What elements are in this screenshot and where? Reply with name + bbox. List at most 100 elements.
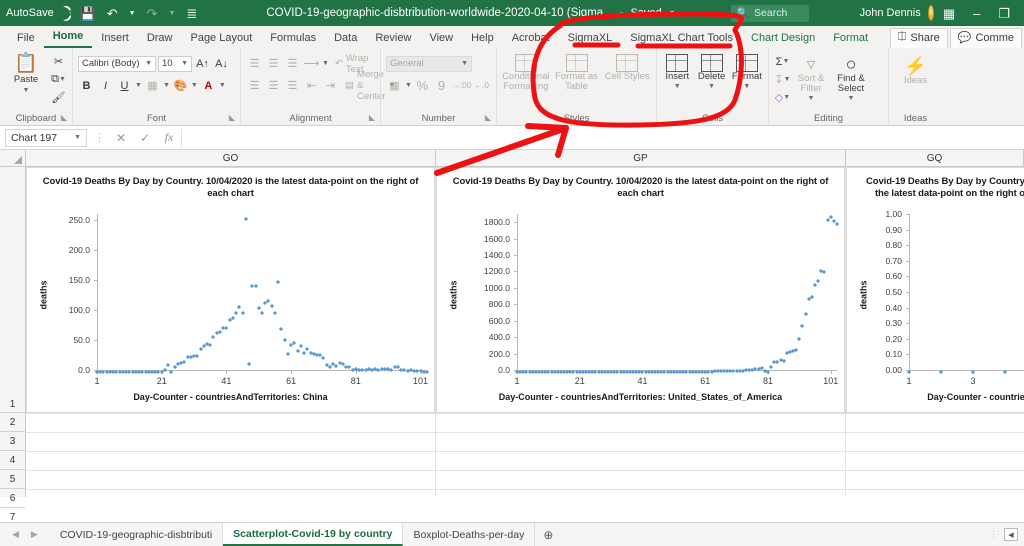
scroll-left-icon[interactable]: ◀ xyxy=(1004,528,1018,541)
sort-filter-button[interactable]: ▿ Sort & Filter ▼ xyxy=(793,53,829,104)
chart-usa[interactable]: Covid-19 Deaths By Day by Country. 10/04… xyxy=(436,167,845,413)
borders-dropdown-icon[interactable]: ▼ xyxy=(163,82,170,89)
orientation-dropdown-icon[interactable]: ▼ xyxy=(322,60,329,67)
clear-icon[interactable]: ◇ ▼ xyxy=(774,89,791,106)
search-input[interactable]: 🔍 Search xyxy=(730,4,809,22)
select-all-corner[interactable] xyxy=(0,150,26,166)
customize-quick-access-icon[interactable]: ≣ xyxy=(184,7,199,20)
accounting-format-icon[interactable]: ▦ xyxy=(386,77,403,94)
minimize-icon[interactable]: – xyxy=(971,7,982,20)
sheet-tab-scatterplot[interactable]: Scatterplot-Covid-19 by country xyxy=(223,523,404,546)
number-dialog-launcher-icon[interactable]: ◣ xyxy=(485,111,491,124)
underline-button[interactable]: U xyxy=(116,77,133,94)
chart-third-country[interactable]: Covid-19 Deaths By Day by Country. 10/04… xyxy=(846,167,1024,413)
cancel-icon[interactable]: ✕ xyxy=(109,131,133,145)
paste-dropdown-icon[interactable]: ▼ xyxy=(23,86,30,96)
format-dropdown-icon[interactable]: ▼ xyxy=(743,82,750,92)
row-header-3[interactable]: 3 xyxy=(0,432,25,451)
tab-format[interactable]: Format xyxy=(824,30,877,48)
borders-icon[interactable]: ▦ xyxy=(144,77,161,94)
font-size-dropdown-icon[interactable]: ▼ xyxy=(181,60,188,67)
name-box[interactable]: Chart 197 ▼ xyxy=(5,128,87,147)
find-select-button[interactable]: ○ Find & Select ▼ xyxy=(831,53,871,104)
underline-dropdown-icon[interactable]: ▼ xyxy=(135,82,142,89)
autosum-icon[interactable]: Σ ▼ xyxy=(774,53,791,70)
format-painter-button[interactable]: 🖌 xyxy=(50,89,67,106)
alignment-dialog-launcher-icon[interactable]: ◣ xyxy=(369,111,375,124)
autosave-toggle[interactable]: On xyxy=(56,5,77,21)
column-header-go[interactable]: GO xyxy=(26,150,436,166)
number-format-dropdown-icon[interactable]: ▼ xyxy=(461,60,468,67)
align-top-icon[interactable]: ☰ xyxy=(246,55,263,72)
number-format-select[interactable]: General ▼ xyxy=(386,55,472,72)
row-header-1[interactable]: 1 xyxy=(0,167,25,413)
delete-dropdown-icon[interactable]: ▼ xyxy=(708,82,715,92)
tab-help[interactable]: Help xyxy=(462,30,503,48)
tab-view[interactable]: View xyxy=(420,30,462,48)
clipboard-dialog-launcher-icon[interactable]: ◣ xyxy=(61,111,67,124)
format-as-table-button[interactable]: Format as Table xyxy=(553,53,601,92)
insert-cells-button[interactable]: Insert ▼ xyxy=(662,53,692,92)
copy-button[interactable]: ⧉ ▼ xyxy=(50,71,67,88)
redo-dropdown-icon[interactable]: ▼ xyxy=(166,10,177,17)
font-color-dropdown-icon[interactable]: ▼ xyxy=(219,82,226,89)
font-name-dropdown-icon[interactable]: ▼ xyxy=(145,60,152,67)
font-size-input[interactable]: 10 ▼ xyxy=(158,55,192,72)
increase-indent-icon[interactable]: ⇥ xyxy=(322,77,339,94)
save-icon[interactable]: 💾 xyxy=(78,7,98,20)
insert-dropdown-icon[interactable]: ▼ xyxy=(674,82,681,92)
tab-acrobat[interactable]: Acrobat xyxy=(503,30,559,48)
tab-insert[interactable]: Insert xyxy=(92,30,138,48)
comma-style-button[interactable]: 9 xyxy=(433,77,450,94)
format-cells-button[interactable]: Format ▼ xyxy=(731,53,763,92)
tab-home[interactable]: Home xyxy=(43,28,93,48)
increase-decimal-icon[interactable]: →.00 xyxy=(452,77,471,94)
find-select-dropdown-icon[interactable]: ▼ xyxy=(848,94,855,104)
undo-dropdown-icon[interactable]: ▼ xyxy=(127,10,138,17)
column-header-gp[interactable]: GP xyxy=(436,150,846,166)
undo-icon[interactable]: ↶ xyxy=(105,7,120,20)
row-header-6[interactable]: 6 xyxy=(0,489,25,508)
nav-prev-icon[interactable]: ◀ xyxy=(12,529,19,540)
grid-area[interactable]: Covid-19 Deaths By Day by Country. 10/04… xyxy=(26,167,1024,497)
tab-page-layout[interactable]: Page Layout xyxy=(181,30,261,48)
ribbon-display-options-icon[interactable]: ▦ xyxy=(941,7,957,20)
sheet-tab-boxplot[interactable]: Boxplot-Deaths-per-day xyxy=(403,523,536,546)
comments-button[interactable]: 💬 Comme xyxy=(949,28,1022,48)
row-header-2[interactable]: 2 xyxy=(0,413,25,432)
restore-icon[interactable]: ❐ xyxy=(996,7,1012,20)
row-header-4[interactable]: 4 xyxy=(0,451,25,470)
paste-button[interactable]: 📋 Paste ▼ xyxy=(5,51,47,96)
align-left-icon[interactable]: ☰ xyxy=(246,77,263,94)
ideas-button[interactable]: ⚡ Ideas xyxy=(894,55,937,86)
orientation-icon[interactable]: ⟶ xyxy=(303,55,320,72)
accounting-dropdown-icon[interactable]: ▼ xyxy=(405,82,412,89)
sheet-tab-covid-data[interactable]: COVID-19-geographic-disbtributi xyxy=(49,523,224,546)
align-bottom-icon[interactable]: ☰ xyxy=(284,55,301,72)
avatar[interactable] xyxy=(927,5,934,21)
check-icon[interactable]: ✓ xyxy=(133,131,157,145)
fill-icon[interactable]: ↧ ▼ xyxy=(774,71,791,88)
align-center-icon[interactable]: ☰ xyxy=(265,77,282,94)
align-middle-icon[interactable]: ☰ xyxy=(265,55,282,72)
grow-font-icon[interactable]: A↑ xyxy=(194,55,211,72)
save-status-dropdown-icon[interactable]: ▼ xyxy=(669,10,676,17)
font-dialog-launcher-icon[interactable]: ◣ xyxy=(229,111,235,124)
font-name-input[interactable]: Calibri (Body) ▼ xyxy=(78,55,156,72)
nav-next-icon[interactable]: ▶ xyxy=(31,529,38,540)
cut-button[interactable]: ✂ xyxy=(50,53,67,70)
font-color-icon[interactable]: A xyxy=(200,77,217,94)
column-header-gq[interactable]: GQ xyxy=(846,150,1024,166)
tab-data[interactable]: Data xyxy=(325,30,366,48)
plus-icon[interactable]: ⊕ xyxy=(535,523,561,546)
redo-icon[interactable]: ↷ xyxy=(145,7,160,20)
italic-button[interactable]: I xyxy=(97,77,114,94)
cell-styles-button[interactable]: Cell Styles xyxy=(603,53,651,82)
percent-style-button[interactable]: % xyxy=(414,77,431,94)
tab-review[interactable]: Review xyxy=(366,30,420,48)
bold-button[interactable]: B xyxy=(78,77,95,94)
align-right-icon[interactable]: ☰ xyxy=(284,77,301,94)
conditional-formatting-button[interactable]: Conditional Formatting xyxy=(502,53,550,92)
chart-china[interactable]: Covid-19 Deaths By Day by Country. 10/04… xyxy=(26,167,435,413)
tab-split-handle[interactable]: ⋮ xyxy=(989,529,998,540)
